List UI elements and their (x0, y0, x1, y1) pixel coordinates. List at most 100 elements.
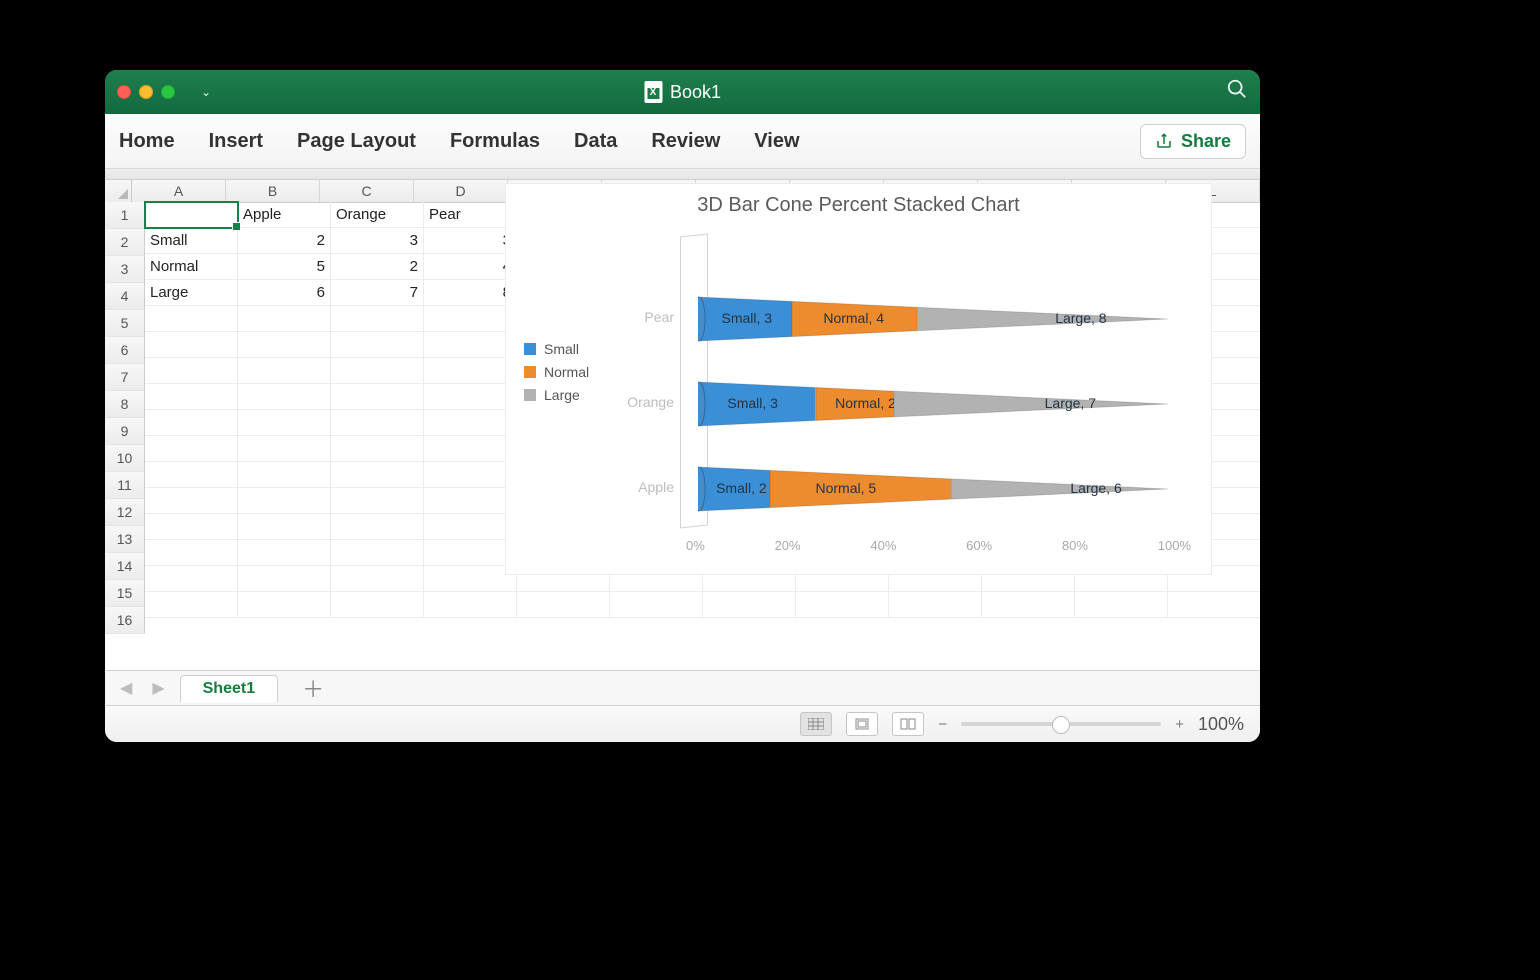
cell-D4[interactable]: 8 (424, 280, 517, 306)
row-header-15[interactable]: 15 (105, 580, 145, 607)
cell-A7[interactable] (145, 358, 238, 384)
cell-E16[interactable] (517, 592, 610, 618)
tab-formulas[interactable]: Formulas (450, 130, 540, 153)
zoom-level[interactable]: 100% (1198, 714, 1244, 735)
cell-B12[interactable] (238, 488, 331, 514)
cell-C14[interactable] (331, 540, 424, 566)
share-button[interactable]: Share (1140, 124, 1246, 159)
cell-C11[interactable] (331, 462, 424, 488)
row-header-12[interactable]: 12 (105, 499, 145, 526)
zoom-slider-knob[interactable] (1052, 716, 1070, 734)
select-all-corner[interactable] (105, 180, 132, 203)
cell-B8[interactable] (238, 384, 331, 410)
cell-K16[interactable] (1075, 592, 1168, 618)
page-break-view-button[interactable] (892, 712, 924, 736)
col-header-A[interactable]: A (132, 180, 226, 203)
row-header-2[interactable]: 2 (105, 229, 145, 256)
cell-D7[interactable] (424, 358, 517, 384)
cell-C1[interactable]: Orange (331, 202, 424, 228)
tab-data[interactable]: Data (574, 130, 617, 153)
row-header-1[interactable]: 1 (105, 202, 145, 229)
cell-F16[interactable] (610, 592, 703, 618)
col-header-B[interactable]: B (226, 180, 320, 203)
cell-D2[interactable]: 3 (424, 228, 517, 254)
cell-B2[interactable]: 2 (238, 228, 331, 254)
cell-B6[interactable] (238, 332, 331, 358)
prev-sheet-button[interactable]: ◀ (115, 678, 137, 698)
cell-L16[interactable] (1168, 592, 1260, 618)
cell-A11[interactable] (145, 462, 238, 488)
row-header-13[interactable]: 13 (105, 526, 145, 553)
cell-A2[interactable]: Small (145, 228, 238, 254)
cell-B7[interactable] (238, 358, 331, 384)
cell-B13[interactable] (238, 514, 331, 540)
fill-handle[interactable] (232, 222, 241, 231)
cell-H16[interactable] (796, 592, 889, 618)
quick-access-chevron-icon[interactable]: ⌄ (201, 85, 211, 99)
cell-B5[interactable] (238, 306, 331, 332)
cell-D14[interactable] (424, 540, 517, 566)
next-sheet-button[interactable]: ▶ (147, 678, 169, 698)
cell-C13[interactable] (331, 514, 424, 540)
minimize-window-button[interactable] (139, 85, 153, 99)
cell-B11[interactable] (238, 462, 331, 488)
cell-D8[interactable] (424, 384, 517, 410)
cell-I16[interactable] (889, 592, 982, 618)
tab-review[interactable]: Review (651, 130, 720, 153)
search-icon[interactable] (1226, 78, 1248, 106)
cell-C9[interactable] (331, 410, 424, 436)
zoom-slider[interactable] (961, 722, 1161, 726)
zoom-in-button[interactable]: + (1175, 716, 1184, 733)
row-header-11[interactable]: 11 (105, 472, 145, 499)
cell-C4[interactable]: 7 (331, 280, 424, 306)
cell-B9[interactable] (238, 410, 331, 436)
cell-B4[interactable]: 6 (238, 280, 331, 306)
cell-D15[interactable] (424, 566, 517, 592)
cell-A3[interactable]: Normal (145, 254, 238, 280)
cell-A4[interactable]: Large (145, 280, 238, 306)
cell-C12[interactable] (331, 488, 424, 514)
cell-C8[interactable] (331, 384, 424, 410)
cell-B3[interactable]: 5 (238, 254, 331, 280)
normal-view-button[interactable] (800, 712, 832, 736)
cell-C6[interactable] (331, 332, 424, 358)
cell-D1[interactable]: Pear (424, 202, 517, 228)
cell-B15[interactable] (238, 566, 331, 592)
tab-insert[interactable]: Insert (209, 130, 263, 153)
row-header-8[interactable]: 8 (105, 391, 145, 418)
cell-D11[interactable] (424, 462, 517, 488)
row-header-6[interactable]: 6 (105, 337, 145, 364)
cell-C5[interactable] (331, 306, 424, 332)
cell-D10[interactable] (424, 436, 517, 462)
zoom-window-button[interactable] (161, 85, 175, 99)
spreadsheet-grid[interactable]: ABCDEFGHIJKL 12345678910111213141516 App… (105, 180, 1260, 670)
cell-A15[interactable] (145, 566, 238, 592)
cell-D9[interactable] (424, 410, 517, 436)
cell-B10[interactable] (238, 436, 331, 462)
cell-D5[interactable] (424, 306, 517, 332)
cell-D6[interactable] (424, 332, 517, 358)
tab-page-layout[interactable]: Page Layout (297, 130, 416, 153)
cell-A16[interactable] (145, 592, 238, 618)
cell-D3[interactable]: 4 (424, 254, 517, 280)
cell-D16[interactable] (424, 592, 517, 618)
row-header-7[interactable]: 7 (105, 364, 145, 391)
cell-C16[interactable] (331, 592, 424, 618)
cell-C15[interactable] (331, 566, 424, 592)
zoom-out-button[interactable]: − (938, 716, 947, 733)
cell-J16[interactable] (982, 592, 1075, 618)
page-layout-view-button[interactable] (846, 712, 878, 736)
row-header-16[interactable]: 16 (105, 607, 145, 634)
cell-A12[interactable] (145, 488, 238, 514)
add-sheet-button[interactable]: ＋ (288, 672, 338, 704)
cell-D12[interactable] (424, 488, 517, 514)
row-header-9[interactable]: 9 (105, 418, 145, 445)
col-header-D[interactable]: D (414, 180, 508, 203)
row-header-3[interactable]: 3 (105, 256, 145, 283)
embedded-chart[interactable]: 3D Bar Cone Percent Stacked Chart Small … (505, 183, 1212, 575)
cell-A6[interactable] (145, 332, 238, 358)
sheet-tab-sheet1[interactable]: Sheet1 (180, 675, 278, 702)
cell-A9[interactable] (145, 410, 238, 436)
cell-G16[interactable] (703, 592, 796, 618)
cell-A13[interactable] (145, 514, 238, 540)
